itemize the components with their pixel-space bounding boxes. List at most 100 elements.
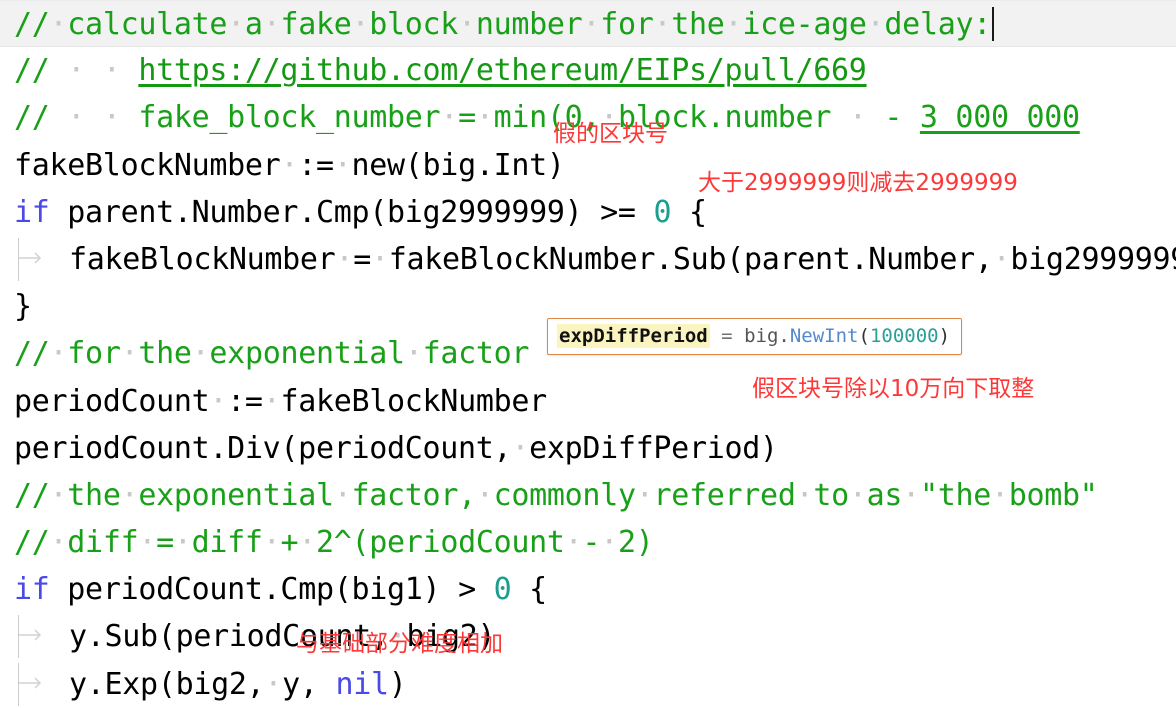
tooltip-equals: = bbox=[721, 325, 733, 347]
space-dot: · bbox=[227, 7, 245, 42]
space-dot: · bbox=[564, 525, 583, 561]
space-dot: · bbox=[333, 147, 352, 183]
space-dot bbox=[671, 195, 689, 230]
space-dot: · bbox=[49, 525, 68, 561]
space-dot: · bbox=[209, 383, 228, 419]
space-dot: · bbox=[848, 477, 867, 513]
line-10-statement: periodCount.Div(periodCount,·expDiffPeri… bbox=[14, 430, 778, 466]
line-3-slashes: // bbox=[14, 100, 50, 136]
space-dot: · bbox=[262, 525, 281, 561]
space-dot: · bbox=[262, 7, 281, 42]
space-dot: · bbox=[120, 477, 139, 513]
line-1-comment: //·calculate·a·fake·block·number·for·the… bbox=[14, 7, 991, 42]
space-dot: · bbox=[191, 336, 210, 372]
space-dots bbox=[902, 100, 920, 135]
space-dot bbox=[50, 572, 68, 607]
line-13-operator: > bbox=[458, 572, 476, 608]
space-dot: · bbox=[173, 525, 192, 561]
line-15-prefix: y.Exp(big2,·y, bbox=[69, 666, 318, 702]
space-dot: · bbox=[992, 241, 1011, 277]
space-dot: · bbox=[475, 100, 494, 136]
code-line-13[interactable]: if periodCount.Cmp(big1) > 0 { bbox=[0, 566, 1176, 613]
space-dot: · bbox=[280, 147, 299, 183]
line-15-call: y.Exp(big2,·y, nil) bbox=[14, 667, 407, 702]
annotation-add-difficulty: 与基础部分难度相加 bbox=[296, 631, 503, 657]
line-5-open-brace: { bbox=[688, 194, 707, 230]
line-3-minus: - bbox=[884, 100, 903, 136]
tooltip-open-paren: ( bbox=[858, 325, 870, 347]
keyword-if: if bbox=[14, 572, 50, 608]
space-dots: · bbox=[831, 100, 885, 136]
space-dot: · bbox=[653, 7, 672, 42]
nil-literal: nil bbox=[335, 666, 389, 702]
tooltip-function: NewInt bbox=[789, 325, 859, 347]
line-11-comment: //·the·exponential·factor,·commonly·refe… bbox=[14, 477, 1098, 513]
space-dot: · bbox=[440, 100, 459, 136]
tooltip-value: 100000 bbox=[869, 325, 939, 347]
code-line-10[interactable]: periodCount.Div(periodCount,·expDiffPeri… bbox=[0, 425, 1176, 472]
text-caret bbox=[992, 7, 994, 41]
space-dots: · · bbox=[49, 53, 139, 89]
space-dot: · bbox=[866, 7, 885, 42]
line-13-condition: periodCount.Cmp(big1) bbox=[67, 572, 441, 608]
space-dot bbox=[582, 195, 600, 230]
space-dot: · bbox=[49, 477, 68, 513]
line-15-suffix: ) bbox=[388, 666, 407, 702]
space-dot: · bbox=[511, 430, 530, 466]
space-dot: · bbox=[600, 525, 618, 561]
code-line-2[interactable]: // · · https://github.com/ethereum/EIPs/… bbox=[0, 47, 1176, 94]
space-dot: · bbox=[990, 477, 1009, 513]
space-dot: · bbox=[264, 666, 283, 702]
space-dot bbox=[511, 572, 529, 607]
space-dot: · bbox=[49, 7, 68, 42]
space-dot: · bbox=[333, 477, 352, 513]
space-dots: · · bbox=[49, 100, 139, 136]
line-2-slashes: // bbox=[14, 53, 50, 89]
space-dot: · bbox=[335, 241, 354, 277]
tooltip-close-paren: ) bbox=[938, 325, 951, 347]
space-dot: · bbox=[262, 383, 281, 419]
line-3-body: fake_block_number·=·min(0,·block.number bbox=[138, 100, 832, 136]
line-2-url-link[interactable]: https://github.com/ethereum/EIPs/pull/66… bbox=[138, 53, 867, 88]
line-5-condition: parent.Number.Cmp(big2999999) bbox=[67, 194, 583, 230]
line-12-comment: //·diff·=·diff·+·2^(periodCount·-·2) bbox=[14, 525, 654, 561]
space-dot: · bbox=[795, 477, 814, 513]
annotation-divide: 假区块号除以10万向下取整 bbox=[752, 376, 1035, 402]
code-line-15[interactable]: y.Exp(big2,·y, nil) bbox=[0, 661, 1176, 708]
space-dot: · bbox=[404, 336, 423, 372]
line-9-statement: periodCount·:=·fakeBlockNumber bbox=[14, 383, 547, 419]
code-line-11[interactable]: //·the·exponential·factor,·commonly·refe… bbox=[0, 472, 1176, 519]
line-13-zero-literal: 0 bbox=[493, 572, 512, 608]
space-dot: · bbox=[724, 7, 743, 42]
space-dot: · bbox=[635, 477, 654, 513]
tooltip-package: big. bbox=[744, 325, 790, 347]
space-dot: · bbox=[475, 477, 494, 513]
line-6-statement: fakeBlockNumber·=·fakeBlockNumber.Sub(pa… bbox=[69, 241, 1176, 277]
line-8-comment: //·for·the·exponential·factor bbox=[14, 336, 530, 372]
line-5-zero-literal: 0 bbox=[653, 194, 672, 230]
code-line-1[interactable]: //·calculate·a·fake·block·number·for·the… bbox=[0, 0, 1176, 48]
line-7-close-brace: } bbox=[14, 289, 32, 325]
space-dot: · bbox=[138, 525, 157, 561]
annotation-fake-block-number: 假的区块号 bbox=[553, 121, 668, 147]
space-dot: · bbox=[582, 7, 601, 42]
line-3-number: 3_000_000 bbox=[919, 100, 1080, 136]
space-dot: · bbox=[298, 525, 316, 561]
annotation-subtract: 大于2999999则减去2999999 bbox=[698, 170, 1018, 196]
space-dot: · bbox=[351, 7, 370, 42]
code-line-6[interactable]: fakeBlockNumber·=·fakeBlockNumber.Sub(pa… bbox=[0, 236, 1176, 283]
code-line-14[interactable]: y.Sub(periodCount,·big2) bbox=[0, 613, 1176, 660]
line-5-operator: >= bbox=[600, 194, 636, 230]
space-dot bbox=[636, 195, 654, 230]
symbol-definition-tooltip: expDiffPeriod = big.NewInt(100000) bbox=[547, 318, 963, 355]
space-dot bbox=[440, 572, 458, 607]
space-dot: · bbox=[49, 336, 68, 372]
space-dot bbox=[476, 572, 494, 607]
keyword-if: if bbox=[14, 194, 50, 230]
code-line-12[interactable]: //·diff·=·diff·+·2^(periodCount·-·2) bbox=[0, 519, 1176, 566]
space-dot bbox=[318, 667, 336, 702]
space-dot: · bbox=[120, 336, 139, 372]
space-dot: · bbox=[370, 241, 389, 277]
code-editor[interactable]: //·calculate·a·fake·block·number·for·the… bbox=[0, 0, 1176, 708]
space-dot: · bbox=[902, 477, 920, 513]
